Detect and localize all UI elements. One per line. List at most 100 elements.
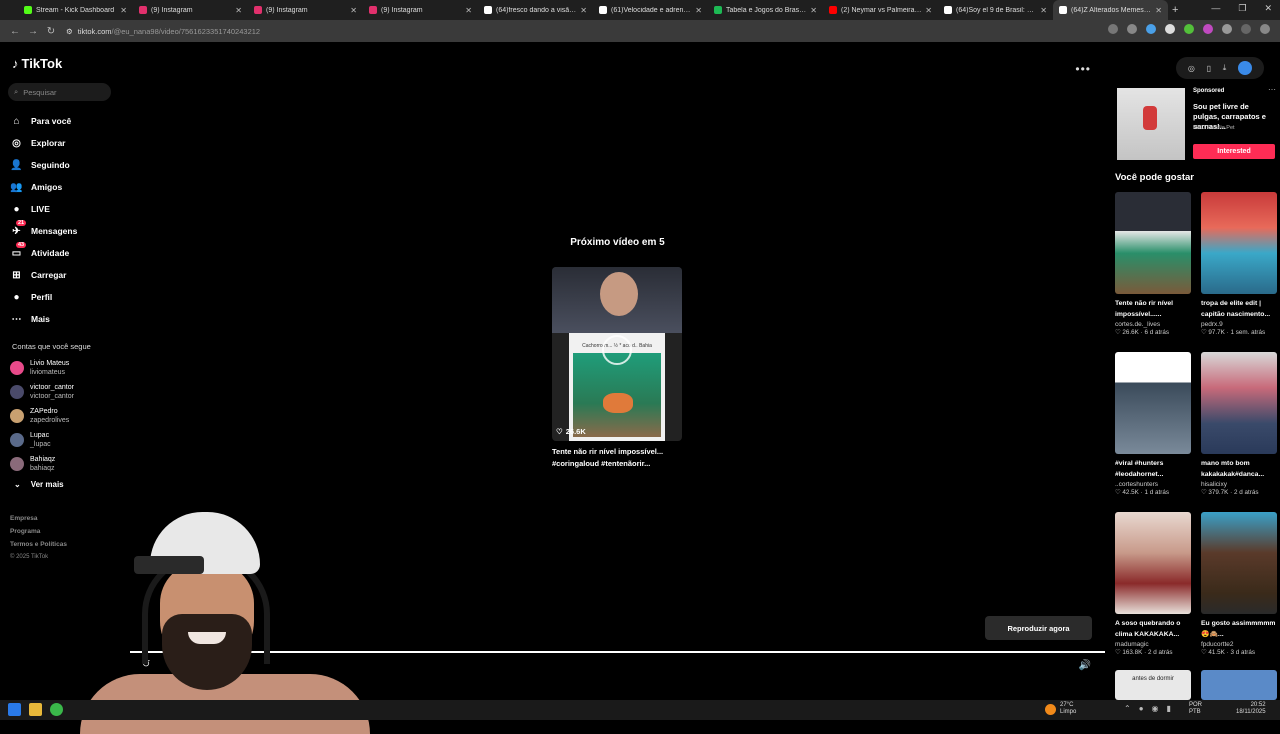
followed-account[interactable]: Lupac _lupac	[10, 428, 74, 452]
recommended-video[interactable]: tropa de elite edit | capitão nascimento…	[1201, 192, 1277, 336]
tab-close-icon[interactable]: ✕	[695, 6, 702, 15]
tab-close-icon[interactable]: ✕	[925, 6, 932, 15]
url-field[interactable]: ⚙ tiktok.com/@eu_nana98/video/7561623351…	[66, 27, 260, 36]
nav-item[interactable]: ⊞ Carregar	[10, 264, 77, 286]
recommended-caption[interactable]: tropa de elite edit | capitão nascimento…	[1201, 298, 1277, 320]
file-explorer-icon[interactable]	[29, 703, 42, 716]
recommended-video[interactable]: mano mto bom kakakakak#danca... hisalicix…	[1201, 352, 1277, 496]
browser-tab[interactable]: (9) Instagram ✕	[363, 0, 478, 20]
network-icon[interactable]: ◉	[1152, 704, 1159, 713]
browser-tab[interactable]: (61)Velocidade e adrenalina ✕	[593, 0, 708, 20]
search-input[interactable]: ⌕ Pesquisar	[8, 83, 111, 101]
nav-item[interactable]: ✈ 21 Mensagens	[10, 220, 77, 242]
ad-menu-icon[interactable]: ⋯	[1268, 85, 1276, 94]
tab-close-icon[interactable]: ✕	[465, 6, 472, 15]
new-tab-icon[interactable]: +	[1172, 4, 1178, 16]
menu-icon[interactable]	[1260, 24, 1270, 34]
recommended-video[interactable]: A soso quebrando o clima KAKAKAKA... madu…	[1115, 512, 1191, 656]
recommended-author[interactable]: ..corteshunters	[1115, 481, 1191, 488]
recommended-author[interactable]: cortes.de._lives	[1115, 321, 1191, 328]
browser-tab[interactable]: (2) Neymar vs Palmeiras (15/✕	[823, 0, 938, 20]
followed-account[interactable]: Livio Mateus liviomateus	[10, 356, 74, 380]
browser-tab[interactable]: (64)fresco dando a visão em ✕	[478, 0, 593, 20]
weather-widget[interactable]: 27°C Limpo	[1045, 702, 1076, 716]
tab-close-icon[interactable]: ✕	[235, 6, 242, 15]
mic-icon[interactable]: ▮	[1167, 704, 1171, 713]
recommended-thumbnail[interactable]	[1201, 352, 1277, 454]
footer-link-terms[interactable]: Termos e Políticas	[10, 538, 67, 551]
browser-tab[interactable]: (64)Z Alterados Memes e Fom✕	[1053, 0, 1168, 20]
puzzle-icon[interactable]	[1222, 24, 1232, 34]
tab-close-icon[interactable]: ✕	[1040, 6, 1047, 15]
footer-link-company[interactable]: Empresa	[10, 512, 67, 525]
tab-close-icon[interactable]: ✕	[810, 6, 817, 15]
forward-icon[interactable]: →	[24, 26, 42, 37]
profile-avatar[interactable]	[1241, 24, 1251, 34]
tab-close-icon[interactable]: ✕	[1155, 6, 1162, 15]
tab-close-icon[interactable]: ✕	[580, 6, 587, 15]
recommended-video[interactable]: Tente não rir nível impossível...... cort…	[1115, 192, 1191, 336]
install-icon[interactable]	[1108, 24, 1118, 34]
recommended-thumbnail[interactable]	[1115, 352, 1191, 454]
recommended-thumbnail[interactable]	[1201, 670, 1277, 700]
nav-item[interactable]: ⌂ Para você	[10, 110, 77, 132]
recommended-caption[interactable]: Tente não rir nível impossível......	[1115, 298, 1191, 320]
nav-item[interactable]: ◎ Explorar	[10, 132, 77, 154]
browser-tab[interactable]: (64)Soy el 9 de Brasil: Pasión✕	[938, 0, 1053, 20]
tiktok-logo[interactable]: ♪ TikTok	[12, 56, 62, 71]
sponsored-ad[interactable]: Sponsored ⋯ Sou pet livre de pulgas, car…	[1117, 85, 1277, 160]
recommended-author[interactable]: hisalicixy	[1201, 481, 1277, 488]
play-circle-icon[interactable]	[602, 335, 632, 365]
nav-item[interactable]: 👥 Amigos	[10, 176, 77, 198]
tab-close-icon[interactable]: ✕	[350, 6, 357, 15]
volume-icon[interactable]: 🔊	[1079, 660, 1091, 671]
browser-tab[interactable]: Stream - Kick Dashboard ✕	[18, 0, 133, 20]
recommended-caption[interactable]: #viral #hunters #leodahornet...	[1115, 458, 1191, 480]
next-video-caption[interactable]: Tente não rir nível impossível... #corin…	[552, 446, 692, 470]
recommended-thumbnail[interactable]	[1115, 192, 1191, 294]
tray-app-icon[interactable]: ●	[1139, 704, 1144, 713]
recommended-thumbnail[interactable]	[1201, 512, 1277, 614]
close-window-icon[interactable]: ✕	[1264, 3, 1272, 14]
language-indicator[interactable]: POR PTB	[1189, 702, 1202, 716]
followed-account[interactable]: ZAPedro zapedrolives	[10, 404, 74, 428]
site-info-icon[interactable]: ⚙	[66, 27, 73, 36]
more-options-icon[interactable]: •••	[1075, 62, 1091, 76]
recommended-author[interactable]: pedrx.9	[1201, 321, 1277, 328]
followed-account[interactable]: Bahiaqz bahiaqz	[10, 452, 74, 476]
nav-item[interactable]: ▭ 43 Atividade	[10, 242, 77, 264]
reload-icon[interactable]: ↻	[42, 26, 60, 37]
maximize-icon[interactable]: ❐	[1238, 3, 1246, 14]
windows-start-icon[interactable]	[8, 703, 21, 716]
extension-icon[interactable]	[1203, 24, 1213, 34]
recommended-caption[interactable]: Eu gosto assimmmmm 😍🙈...	[1201, 618, 1277, 640]
see-more-button[interactable]: ⌄ Ver mais	[14, 480, 64, 489]
nav-item[interactable]: 👤 Seguindo	[10, 154, 77, 176]
recommended-video[interactable]: antes de dormir	[1115, 670, 1191, 700]
extension-icon[interactable]	[1165, 24, 1175, 34]
recommended-author[interactable]: madumagic	[1115, 641, 1191, 648]
recommended-video[interactable]	[1201, 670, 1277, 700]
next-video-thumbnail[interactable]: Cachorro m... ½ * aco d.. Bahia ♡ 26.6K	[552, 267, 682, 441]
recommended-caption[interactable]: mano mto bom kakakakak#danca...	[1201, 458, 1277, 480]
chrome-icon[interactable]	[50, 703, 63, 716]
recommended-video[interactable]: Eu gosto assimmmmm 😍🙈... fpducortte2 ♡ 41.…	[1201, 512, 1277, 656]
clock[interactable]: 20:52 18/11/2025	[1236, 702, 1266, 716]
back-icon[interactable]: ←	[6, 26, 24, 37]
browser-tab[interactable]: Tabela e Jogos do Brasileirão✕	[708, 0, 823, 20]
browser-tab[interactable]: (9) Instagram ✕	[133, 0, 248, 20]
nav-item[interactable]: ⋯ Mais	[10, 308, 77, 330]
recommended-author[interactable]: fpducortte2	[1201, 641, 1277, 648]
ad-interested-button[interactable]: Interested	[1193, 144, 1275, 159]
play-now-button[interactable]: Reproduzir agora	[985, 616, 1092, 640]
recommended-thumbnail[interactable]	[1115, 512, 1191, 614]
tab-close-icon[interactable]: ✕	[120, 6, 127, 15]
browser-tab[interactable]: (9) Instagram ✕	[248, 0, 363, 20]
extension-icon[interactable]	[1146, 24, 1156, 34]
recommended-video[interactable]: #viral #hunters #leodahornet... ..cortesh…	[1115, 352, 1191, 496]
recommended-thumbnail[interactable]: antes de dormir	[1115, 670, 1191, 700]
chevron-up-icon[interactable]: ⌃	[1124, 704, 1131, 713]
extension-icon[interactable]	[1184, 24, 1194, 34]
nav-item[interactable]: ● Perfil	[10, 286, 77, 308]
footer-link-program[interactable]: Programa	[10, 525, 67, 538]
